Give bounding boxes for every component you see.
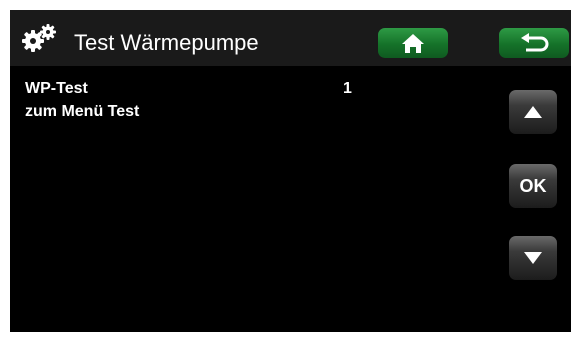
ok-label: OK (519, 175, 547, 196)
ok-button[interactable]: OK (509, 164, 557, 208)
back-arrow-icon (521, 33, 549, 52)
down-button[interactable] (509, 236, 557, 280)
menu-row-menu-test-label[interactable]: zum Menü Test (25, 103, 139, 121)
page-title: Test Wärmepumpe (74, 30, 259, 55)
arrow-up-icon (524, 106, 542, 118)
home-icon (402, 34, 424, 53)
header-bar: Test Wärmepumpe (10, 10, 571, 66)
menu-row-wp-test-label[interactable]: WP-Test (25, 80, 88, 98)
back-button[interactable] (499, 28, 569, 58)
home-button[interactable] (378, 28, 448, 58)
gears-icon (22, 24, 56, 52)
display-screen: Test Wärmepumpe WP-Test 1 zum Menü Test … (10, 10, 571, 332)
arrow-down-icon (524, 252, 542, 264)
menu-row-wp-test-value: 1 (343, 80, 352, 97)
up-button[interactable] (509, 90, 557, 134)
